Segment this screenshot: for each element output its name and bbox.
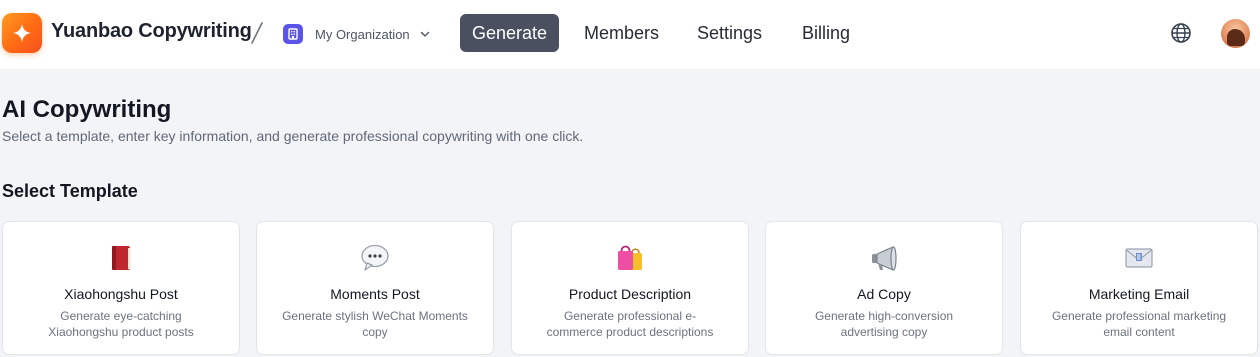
template-title: Xiaohongshu Post	[64, 286, 178, 302]
globe-icon[interactable]	[1170, 22, 1192, 44]
nav-tab-generate[interactable]: Generate	[460, 14, 560, 52]
speech-bubble-icon	[361, 244, 389, 271]
app-logo[interactable]	[2, 13, 42, 53]
template-card-product-description[interactable]: Product Description Generate professiona…	[511, 221, 749, 355]
section-title: Select Template	[2, 181, 138, 201]
template-description: Generate eye-catching Xiaohongshu produc…	[48, 309, 194, 339]
organization-switcher[interactable]: My Organization	[283, 22, 430, 46]
template-title: Marketing Email	[1088, 286, 1190, 302]
breadcrumb-separator	[251, 22, 263, 44]
page-title: AI Copywriting	[2, 96, 172, 123]
building-icon	[283, 24, 303, 44]
red-book-icon	[112, 246, 131, 270]
sparkle-icon	[12, 23, 32, 43]
template-title: Moments Post	[330, 286, 420, 302]
app-title[interactable]: Yuanbao Copywriting	[51, 20, 252, 43]
template-description: Generate high-conversion advertising cop…	[814, 309, 954, 339]
avatar-figure	[1227, 29, 1245, 46]
template-title: Ad Copy	[857, 286, 911, 302]
template-card-moments-post[interactable]: Moments Post Generate stylish WeChat Mom…	[256, 221, 494, 355]
megaphone-icon	[872, 246, 897, 271]
envelope-icon	[1125, 248, 1153, 268]
shopping-bags-icon	[618, 245, 642, 270]
template-description: Generate stylish WeChat Moments copy	[282, 309, 468, 339]
chevron-down-icon	[420, 31, 429, 37]
top-nav-bar: Yuanbao Copywriting My Organization Gene…	[0, 0, 1260, 69]
template-description: Generate professional marketing email co…	[1051, 309, 1227, 339]
user-avatar[interactable]	[1221, 19, 1250, 48]
nav-tab-settings[interactable]: Settings	[697, 14, 762, 52]
template-title: Product Description	[568, 286, 692, 302]
template-card-ad-copy[interactable]: Ad Copy Generate high-conversion adverti…	[765, 221, 1003, 355]
template-card-xiaohongshu-post[interactable]: Xiaohongshu Post Generate eye-catching X…	[2, 221, 240, 355]
nav-tab-billing[interactable]: Billing	[802, 14, 850, 52]
template-card-marketing-email[interactable]: Marketing Email Generate professional ma…	[1020, 221, 1258, 355]
page-subtitle: Select a template, enter key information…	[2, 128, 584, 144]
template-description: Generate professional e-commerce product…	[546, 309, 714, 339]
nav-tab-members[interactable]: Members	[584, 14, 659, 52]
organization-name: My Organization	[315, 26, 410, 42]
